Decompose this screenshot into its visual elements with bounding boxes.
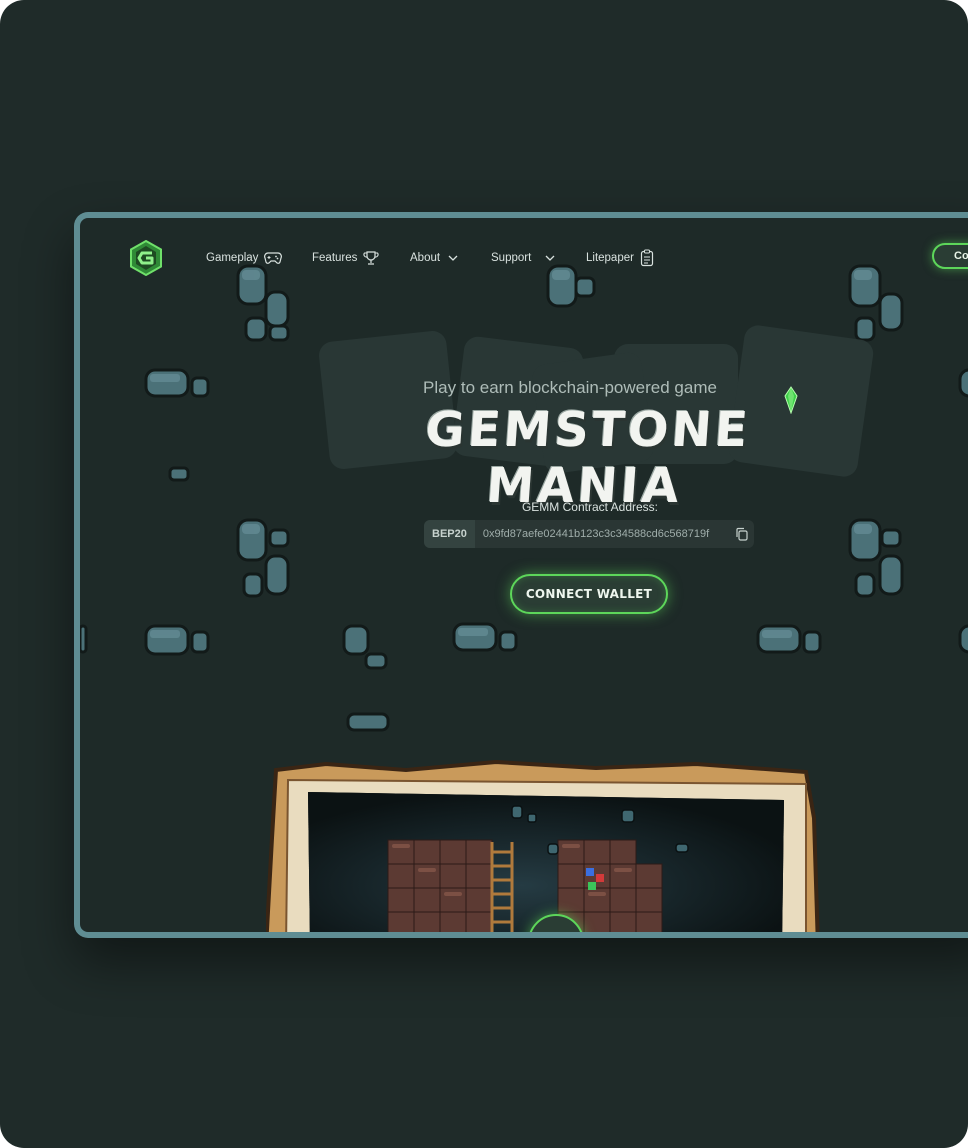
browser-window: Gameplay Features About Support Litepape… [74, 212, 968, 938]
chain-badge: BEP20 [424, 520, 475, 548]
contract-address-value: 0x9fd87aefe02441b123c3c34588cd6c568719f [482, 528, 710, 540]
nav-item-gameplay[interactable]: Gameplay [206, 248, 283, 268]
top-navigation: Gameplay Features About Support Litepape… [80, 218, 968, 298]
trophy-icon [363, 251, 379, 265]
chevron-down-icon [545, 255, 555, 261]
nav-label-litepaper: Litepaper [586, 252, 634, 264]
screenshot-backdrop: Gameplay Features About Support Litepape… [0, 0, 968, 1148]
nav-label-about: About [410, 252, 441, 264]
gamepad-icon [264, 252, 283, 264]
document-icon [640, 249, 654, 267]
nav-label-gameplay: Gameplay [206, 252, 259, 264]
connect-wallet-button[interactable]: CONNECT WALLET [510, 574, 668, 614]
contract-address-field: BEP20 0x9fd87aefe02441b123c3c34588cd6c56… [424, 520, 754, 548]
nav-label-support: Support [491, 252, 532, 264]
nav-item-litepaper[interactable]: Litepaper [586, 248, 654, 268]
copy-address-button[interactable] [730, 520, 754, 548]
landing-page: Gameplay Features About Support Litepape… [80, 218, 968, 932]
nav-item-about[interactable]: About [410, 248, 460, 268]
game-preview-frame [266, 759, 820, 932]
nav-label-features: Features [312, 252, 358, 264]
hero-subtitle: Play to earn blockchain-powered game [423, 378, 717, 397]
nav-item-support[interactable]: Support [491, 248, 557, 268]
contract-address-label: GEMM Contract Address: [521, 500, 659, 514]
copy-icon [736, 527, 748, 541]
chevron-down-icon [448, 255, 458, 261]
gemstone-logo-icon[interactable] [128, 240, 164, 276]
nav-item-features[interactable]: Features [312, 248, 379, 268]
nav-connect-wallet-button[interactable]: Connect Wallet [932, 243, 968, 269]
hero-title: GEMSTONE MANIA [423, 402, 753, 514]
